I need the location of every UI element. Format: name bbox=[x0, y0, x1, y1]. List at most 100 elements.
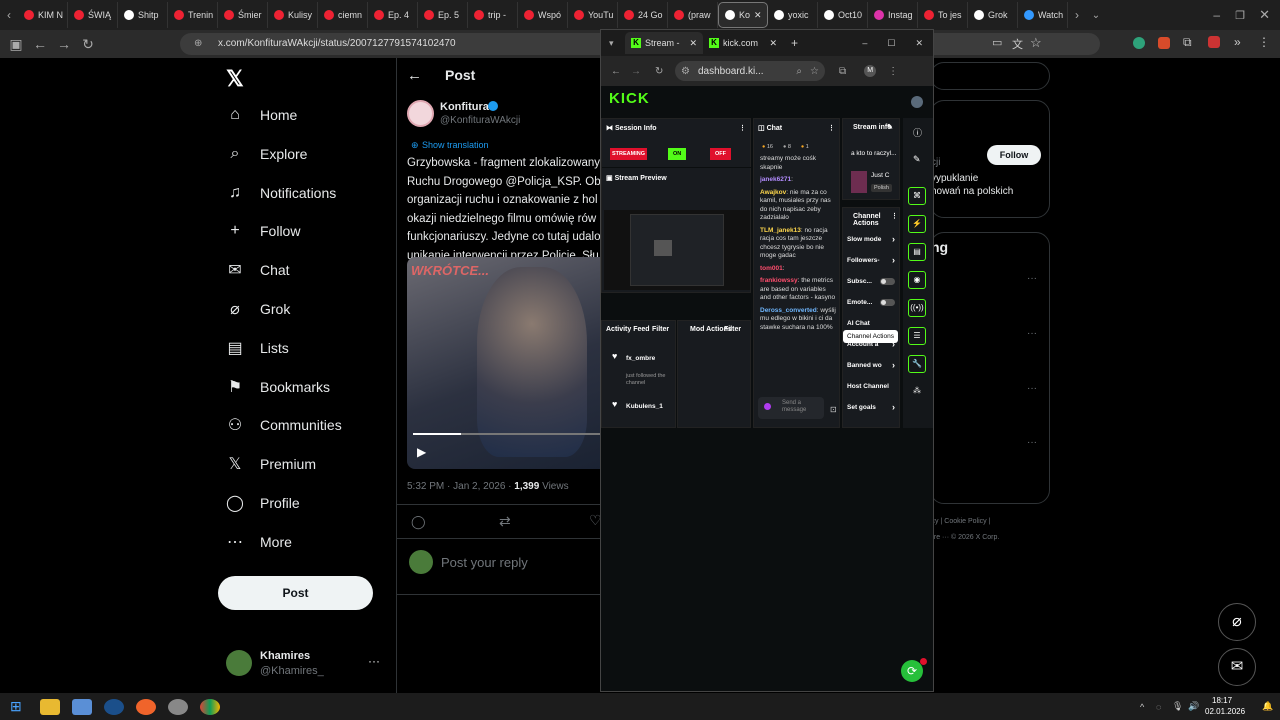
author-avatar[interactable] bbox=[407, 100, 434, 127]
more-icon[interactable]: ··· bbox=[1027, 328, 1037, 339]
file-explorer-icon[interactable] bbox=[39, 698, 60, 715]
channel-action-item[interactable]: Subsc... bbox=[847, 278, 899, 299]
nav-item-more[interactable]: ⋯ More bbox=[226, 533, 292, 551]
menu-icon[interactable]: ⋮ bbox=[888, 66, 898, 77]
more-icon[interactable]: ··· bbox=[1027, 273, 1037, 284]
browser-tab[interactable]: Instag bbox=[868, 2, 918, 28]
steam-icon[interactable] bbox=[103, 698, 124, 715]
browser-tab[interactable]: Ko ✕ bbox=[718, 2, 768, 28]
broadcast-icon[interactable]: ((•)) bbox=[908, 299, 926, 317]
tab-scroll-left[interactable]: ‹ bbox=[0, 8, 18, 22]
filter-button[interactable]: Filter bbox=[724, 326, 741, 333]
chat-username[interactable]: Awajkov bbox=[760, 189, 786, 196]
bookmark-star-icon[interactable]: ☆ bbox=[1030, 35, 1042, 51]
tab-scroll-right[interactable]: › bbox=[1068, 8, 1086, 22]
browser-tab[interactable]: Oct10 bbox=[818, 2, 868, 28]
chat-username[interactable]: Deross_converted bbox=[760, 307, 817, 314]
browser-tab[interactable]: Shitp bbox=[118, 2, 168, 28]
edit-icon[interactable]: ✎ bbox=[887, 124, 893, 131]
toggle-switch[interactable] bbox=[880, 299, 895, 306]
back-icon[interactable]: ← bbox=[611, 66, 631, 77]
browser-tab[interactable]: Ep. 5 bbox=[418, 2, 468, 28]
nav-item-profile[interactable]: ◯ Profile bbox=[226, 494, 300, 512]
chat-username[interactable]: TLM_janek13 bbox=[760, 227, 801, 234]
close-tab-icon[interactable]: ✕ bbox=[689, 38, 697, 49]
channel-action-item[interactable]: Banned wo › bbox=[847, 360, 899, 383]
browser-tab[interactable]: (praw bbox=[668, 2, 718, 28]
footer-links[interactable]: icy | Cookie Policy | bbox=[930, 518, 990, 525]
translate-icon[interactable]: 文 bbox=[1012, 36, 1023, 52]
browser-tab[interactable]: Ep. 4 bbox=[368, 2, 418, 28]
user-avatar[interactable] bbox=[911, 96, 923, 108]
more-icon[interactable]: ··· bbox=[1027, 437, 1037, 448]
lightning-icon[interactable]: ⚡ bbox=[908, 215, 926, 233]
chat-input[interactable]: Send a message bbox=[758, 397, 824, 419]
channel-action-item[interactable]: Account a › bbox=[847, 339, 899, 362]
browser-tab[interactable]: YouTu bbox=[568, 2, 618, 28]
reload-icon[interactable]: ↻ bbox=[655, 66, 675, 77]
tab-actions-icon[interactable]: ▣ bbox=[4, 36, 28, 53]
popup-maximize-icon[interactable]: ☐ bbox=[887, 38, 895, 49]
reply-input[interactable]: Post your reply bbox=[441, 555, 528, 570]
account-menu-icon[interactable]: ··· bbox=[368, 654, 380, 668]
chat-username[interactable]: frankiowssy bbox=[760, 277, 798, 284]
wrench-icon[interactable]: 🔧 bbox=[908, 355, 926, 373]
back-icon[interactable]: ← bbox=[28, 36, 52, 52]
channel-action-item[interactable]: Emote... bbox=[847, 299, 899, 320]
nav-item-follow[interactable]: + Follow bbox=[226, 222, 300, 240]
messages-icon[interactable]: ✉ bbox=[1218, 648, 1256, 686]
post-timestamp[interactable]: 5:32 PM · Jan 2, 2026 · bbox=[407, 481, 514, 492]
panel-menu-icon[interactable]: ⋮ bbox=[891, 213, 898, 220]
chrome-icon[interactable] bbox=[199, 698, 220, 715]
close-tab-icon[interactable]: ✕ bbox=[769, 38, 777, 49]
nav-item-explore[interactable]: ⌕ Explore bbox=[226, 145, 308, 163]
browser-tab[interactable]: 24 Go bbox=[618, 2, 668, 28]
reload-icon[interactable]: ↻ bbox=[76, 36, 100, 53]
stream-on-button[interactable]: ON bbox=[668, 148, 687, 160]
reply-icon[interactable]: ◯ bbox=[411, 514, 426, 530]
zoom-icon[interactable]: ⌕ bbox=[796, 66, 802, 77]
popup-minimize-icon[interactable]: – bbox=[862, 38, 867, 48]
post-video[interactable]: WKRÓTCE... ▶ bbox=[407, 257, 606, 469]
extension-icon[interactable] bbox=[1158, 37, 1170, 49]
nav-item-bookmarks[interactable]: ⚑ Bookmarks bbox=[226, 378, 330, 396]
video-progress[interactable] bbox=[413, 433, 603, 435]
new-tab-icon[interactable]: + bbox=[791, 36, 798, 50]
panel-menu-icon[interactable]: ⋮ bbox=[739, 124, 746, 132]
gift-icon[interactable]: ⊡ bbox=[830, 405, 837, 414]
browser-tab[interactable]: To jes bbox=[918, 2, 968, 28]
menu-dots-icon[interactable]: ⋮ bbox=[1258, 35, 1270, 49]
avatar[interactable] bbox=[226, 650, 252, 676]
close-window-icon[interactable]: ✕ bbox=[1259, 7, 1270, 23]
volume-icon[interactable]: 🔊 bbox=[1188, 701, 1199, 712]
popup-tab-stream[interactable]: K Stream - ✕ bbox=[625, 32, 703, 54]
browser-tab[interactable]: yoxic bbox=[768, 2, 818, 28]
play-icon[interactable]: ▶ bbox=[417, 445, 426, 459]
panel-menu-icon[interactable]: ⋮ bbox=[828, 124, 835, 132]
stream-off-button[interactable]: OFF bbox=[710, 148, 731, 160]
chevrons-icon[interactable]: » bbox=[1234, 35, 1241, 49]
moderation-icon[interactable]: ⌘ bbox=[908, 187, 926, 205]
browser-tab[interactable]: ciemn bbox=[318, 2, 368, 28]
tab-list-icon[interactable]: ⌄ bbox=[1086, 10, 1106, 21]
x-logo-icon[interactable]: 𝕏 bbox=[226, 66, 244, 92]
show-translation-link[interactable]: Show translation bbox=[422, 140, 489, 150]
feed-user[interactable]: fx_ombre bbox=[626, 355, 655, 362]
browser-tab[interactable]: Grok bbox=[968, 2, 1018, 28]
restore-icon[interactable]: ❐ bbox=[1235, 9, 1245, 22]
extensions-icon[interactable]: ⧉ bbox=[1183, 35, 1192, 50]
clock-date[interactable]: 02.01.2026 bbox=[1205, 707, 1245, 716]
extensions-icon[interactable]: ⧉ bbox=[839, 66, 846, 77]
toggle-switch[interactable] bbox=[880, 278, 895, 285]
popup-close-icon[interactable]: ✕ bbox=[915, 38, 923, 49]
info-icon[interactable]: ⓘ bbox=[913, 126, 922, 139]
nav-item-home[interactable]: ⌂ Home bbox=[226, 106, 297, 124]
search-box[interactable] bbox=[930, 62, 1050, 90]
browser-tab[interactable]: trip - bbox=[468, 2, 518, 28]
channel-action-item[interactable]: Set goals › bbox=[847, 402, 899, 425]
browser-tab[interactable]: Trenin bbox=[168, 2, 218, 28]
more-icon[interactable]: ··· bbox=[1027, 383, 1037, 394]
browser-tab[interactable]: ŚWIĄ bbox=[68, 2, 118, 28]
feed-user[interactable]: Kubulens_1 bbox=[626, 403, 663, 410]
popup-tab-kick[interactable]: K kick.com ✕ bbox=[703, 32, 783, 54]
